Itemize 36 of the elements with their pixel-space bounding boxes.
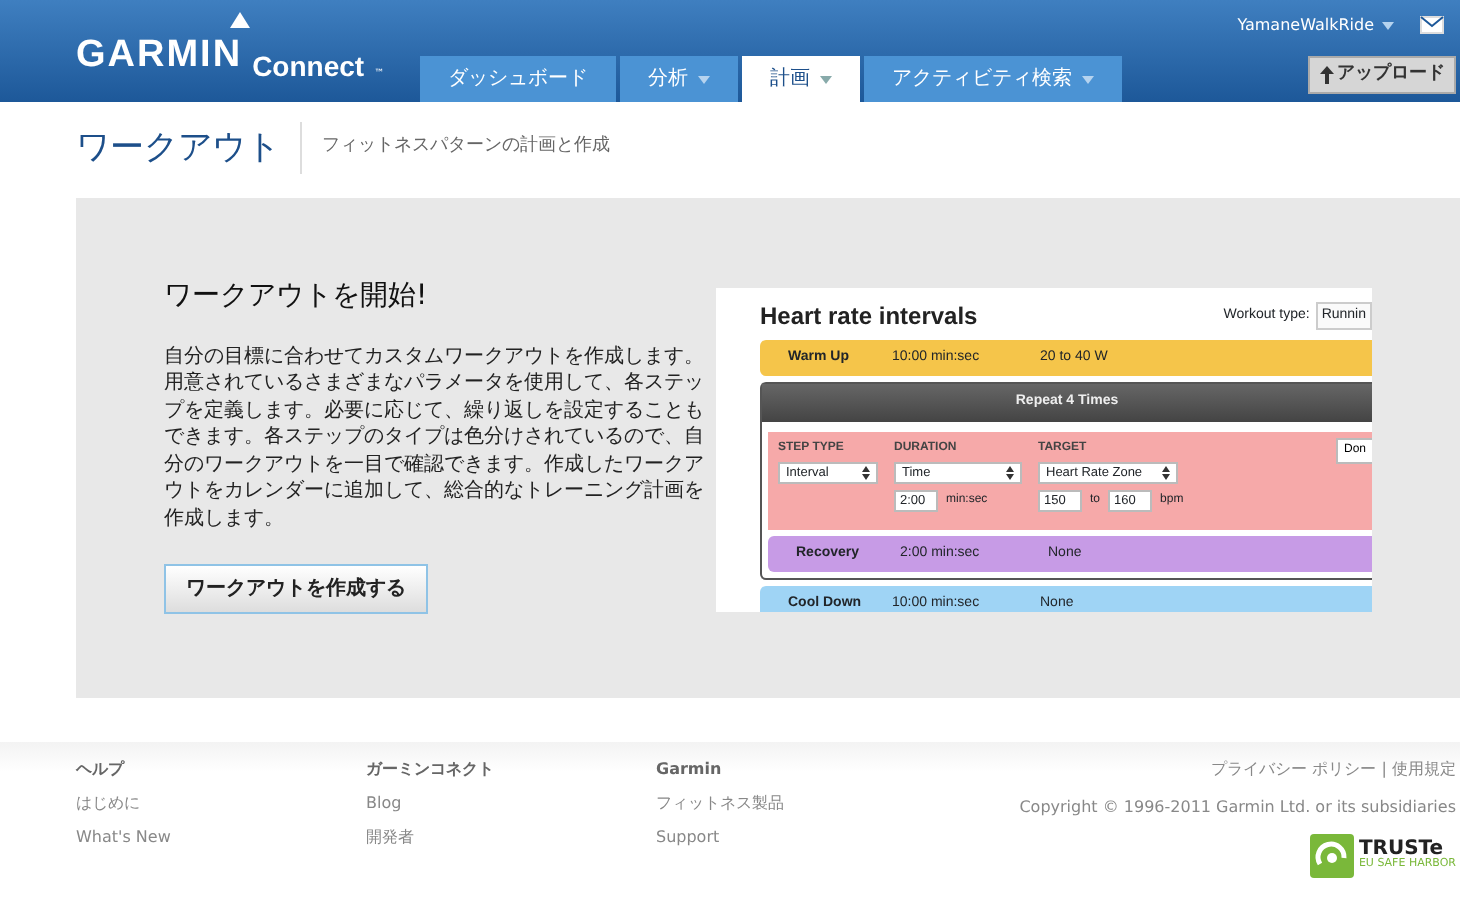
footer-link[interactable]: Blog	[366, 792, 656, 816]
updown-arrows-icon	[1162, 466, 1170, 480]
mail-icon	[1420, 16, 1444, 34]
link-separator: |	[1379, 760, 1389, 778]
updown-arrows-icon	[862, 466, 870, 480]
user-menu[interactable]: YamaneWalkRide	[1237, 14, 1394, 38]
footer-link[interactable]: フィットネス製品	[656, 792, 946, 816]
up-arrow-icon	[1319, 66, 1333, 84]
footer-heading: ガーミンコネクト	[366, 758, 496, 782]
footer-link[interactable]: Support	[656, 826, 946, 850]
nav-tab[interactable]: 分析	[620, 56, 738, 102]
nav-tab[interactable]: ダッシュボード	[420, 56, 616, 102]
workout-title: Heart rate intervals	[760, 300, 978, 334]
upload-button[interactable]: アップロード	[1308, 56, 1456, 94]
footer-link[interactable]: 開発者	[366, 826, 656, 850]
nav-tab[interactable]: アクティビティ検索	[864, 56, 1122, 102]
footer-link[interactable]: はじめに	[76, 792, 366, 816]
seal-icon	[1310, 834, 1355, 878]
footer-link[interactable]: What's New	[76, 826, 366, 850]
copyright-text: Copyright © 1996-2011 Garmin Ltd. or its subsidiaries	[1019, 796, 1456, 820]
nav-tab[interactable]: 計画	[742, 56, 860, 102]
page-title: ワークアウト	[76, 122, 302, 174]
hero-description: 自分の目標に合わせてカスタムワークアウトを作成します。用意されているさまざまなパラメータを使用して、各ステップを定義します。必要に応じて、繰り返しを設定することもできます。各ステップのタイプは色分けされているので、自分のワークアウトを一目で確認できます。作成したワークアウトをカレンダーに追加して、総合的なトレーニング計画を作成します。	[164, 343, 704, 533]
logo-product-name: Connect	[252, 52, 365, 80]
updown-arrows-icon	[1006, 466, 1014, 480]
hero-heading: ワークアウトを開始!	[164, 280, 430, 314]
seal-name: TRUSTe	[1358, 840, 1444, 861]
caret-icon	[1382, 22, 1394, 30]
footer-heading: Garmin	[656, 758, 724, 782]
triangle-icon	[230, 12, 250, 28]
footer-link[interactable]: プライバシー ポリシー	[1211, 760, 1377, 778]
page-subtitle: フィットネスパターンの計画と作成	[320, 134, 610, 161]
footer-heading: ヘルプ	[76, 758, 127, 782]
footer-link[interactable]: 使用規定	[1392, 760, 1456, 778]
create-workout-button[interactable]: ワークアウトを作成する	[164, 564, 428, 615]
logo-wordmark: GARMIN	[76, 34, 243, 76]
